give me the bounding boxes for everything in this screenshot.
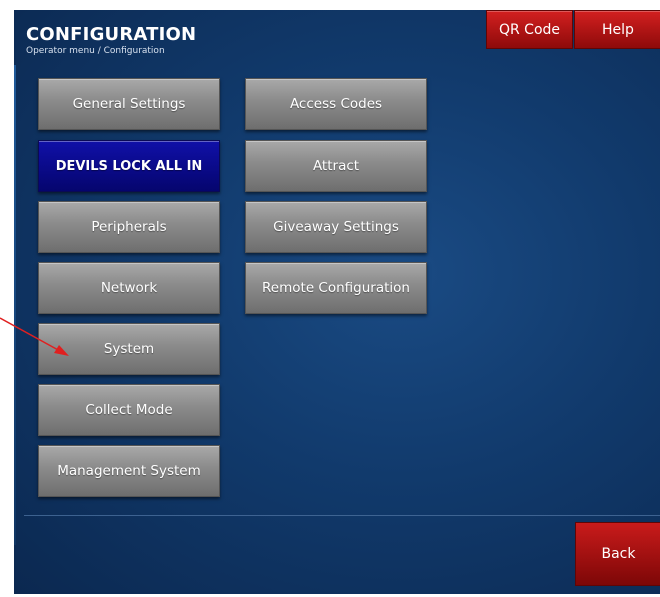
back-button[interactable]: Back <box>575 522 660 586</box>
peripherals-button[interactable]: Peripherals <box>38 201 220 253</box>
network-button[interactable]: Network <box>38 262 220 314</box>
remote-configuration-button[interactable]: Remote Configuration <box>245 262 427 314</box>
page-title: CONFIGURATION <box>26 24 197 45</box>
devils-lock-all-in-button[interactable]: DEVILS LOCK ALL IN <box>38 140 220 192</box>
access-codes-button[interactable]: Access Codes <box>245 78 427 130</box>
qr-code-button[interactable]: QR Code <box>486 10 573 49</box>
giveaway-settings-button[interactable]: Giveaway Settings <box>245 201 427 253</box>
left-divider <box>14 65 16 545</box>
configuration-screen: CONFIGURATION Operator menu / Configurat… <box>14 10 660 594</box>
bottom-divider <box>24 515 660 516</box>
management-system-button[interactable]: Management System <box>38 445 220 497</box>
breadcrumb: Operator menu / Configuration <box>26 46 165 56</box>
attract-button[interactable]: Attract <box>245 140 427 192</box>
general-settings-button[interactable]: General Settings <box>38 78 220 130</box>
help-button[interactable]: Help <box>574 10 660 49</box>
collect-mode-button[interactable]: Collect Mode <box>38 384 220 436</box>
system-button[interactable]: System <box>38 323 220 375</box>
